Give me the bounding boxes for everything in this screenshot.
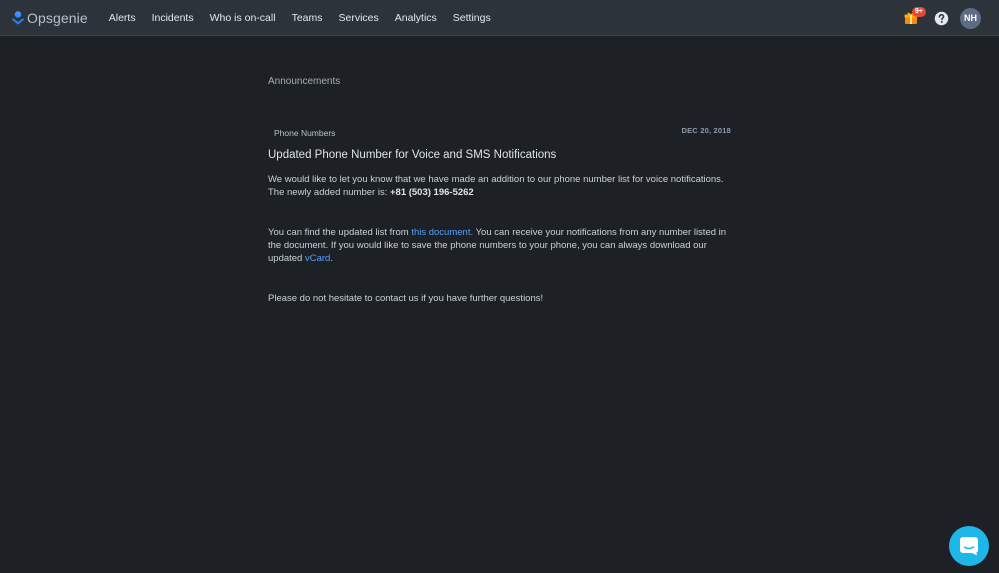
paragraph-1-text: We would like to let you know that we ha… bbox=[268, 174, 724, 198]
notification-badge: 9+ bbox=[912, 7, 926, 17]
paragraph-2-text-end: . bbox=[330, 253, 333, 264]
nav-alerts[interactable]: Alerts bbox=[101, 0, 144, 36]
nav-incidents[interactable]: Incidents bbox=[144, 0, 202, 36]
brand-logo[interactable]: Opsgenie bbox=[12, 0, 88, 36]
help-button[interactable] bbox=[933, 10, 949, 26]
post-title: Updated Phone Number for Voice and SMS N… bbox=[268, 149, 557, 161]
this-document-link[interactable]: this document. bbox=[411, 227, 473, 238]
phone-number: +81 (503) 196-5262 bbox=[389, 187, 474, 198]
help-icon bbox=[934, 11, 948, 25]
post-date: DEC 20, 2018 bbox=[681, 126, 731, 135]
brand-name: Opsgenie bbox=[27, 9, 88, 26]
nav-who-is-on-call[interactable]: Who is on-call bbox=[202, 0, 284, 36]
post-paragraph-2: You can find the updated list from this … bbox=[268, 226, 733, 265]
nav-services[interactable]: Services bbox=[331, 0, 387, 36]
nav-analytics[interactable]: Analytics bbox=[387, 0, 445, 36]
post-header: Phone Numbers DEC 20, 2018 bbox=[268, 125, 733, 139]
whats-new-button[interactable]: 9+ bbox=[902, 7, 926, 27]
chat-launcher-button[interactable] bbox=[949, 526, 989, 566]
breadcrumb[interactable]: Announcements bbox=[268, 76, 733, 87]
opsgenie-logo-icon bbox=[12, 10, 24, 25]
header-actions: 9+ NH bbox=[902, 0, 981, 36]
vcard-link[interactable]: vCard bbox=[305, 253, 330, 264]
post-paragraph-1: We would like to let you know that we ha… bbox=[268, 173, 733, 199]
post-paragraph-3: Please do not hesitate to contact us if … bbox=[268, 293, 544, 304]
nav-teams[interactable]: Teams bbox=[284, 0, 331, 36]
main-nav: Alerts Incidents Who is on-call Teams Se… bbox=[101, 0, 499, 36]
post-category: Phone Numbers bbox=[274, 128, 336, 138]
paragraph-2-text-start: You can find the updated list from bbox=[268, 227, 412, 238]
top-navigation-bar: Opsgenie Alerts Incidents Who is on-call… bbox=[0, 0, 999, 36]
announcement-content: Announcements Phone Numbers DEC 20, 2018… bbox=[268, 76, 733, 305]
nav-settings[interactable]: Settings bbox=[445, 0, 499, 36]
chat-icon bbox=[960, 537, 978, 556]
user-avatar[interactable]: NH bbox=[960, 7, 981, 29]
